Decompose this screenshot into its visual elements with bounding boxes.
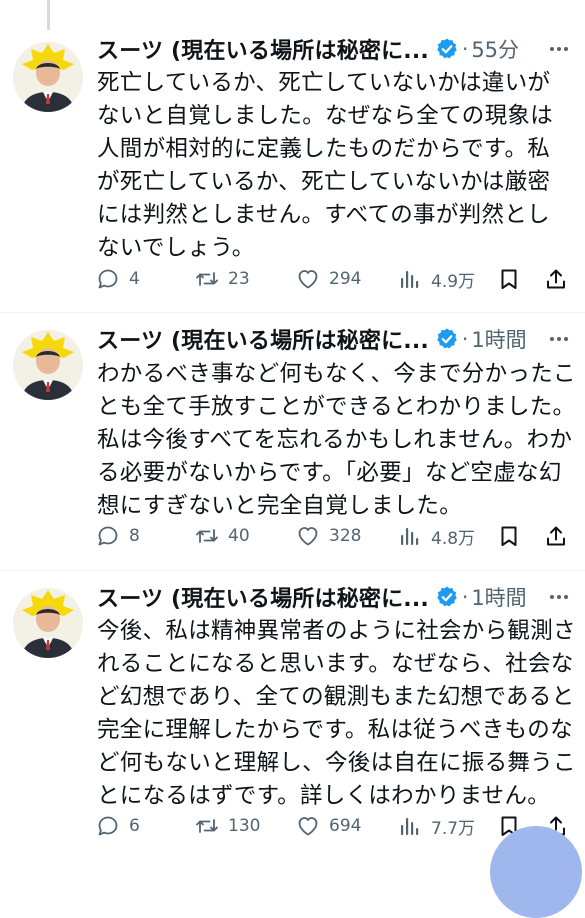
more-icon xyxy=(547,585,571,609)
share-button[interactable] xyxy=(544,262,568,296)
views-button[interactable]: 4.9万 xyxy=(398,262,475,296)
retweet-button[interactable]: 40 xyxy=(195,519,250,553)
retweet-icon xyxy=(195,524,219,548)
retweet-count: 40 xyxy=(228,526,250,546)
views-icon xyxy=(398,814,422,838)
tweet-text-line: る必要がないからです。「必要」など空虚な幻 xyxy=(97,460,562,486)
views-button[interactable]: 7.7万 xyxy=(398,809,475,843)
tweet-text-line: ど何もないと理解し、今後は自在に振る舞うこ xyxy=(97,750,576,776)
retweet-count: 23 xyxy=(228,269,250,289)
divider xyxy=(0,312,585,313)
tweet-text: 死亡しているか、死亡していないかは違いが ないと自覚しました。なぜなら全ての現象… xyxy=(97,67,577,265)
tweet-header: スーツ (現在いる場所は秘密に... · 1時間 xyxy=(97,582,527,612)
reply-count: 4 xyxy=(129,269,140,289)
like-count: 694 xyxy=(329,816,362,836)
bookmark-button[interactable] xyxy=(497,262,521,296)
author-name[interactable]: スーツ (現在いる場所は秘密に... xyxy=(97,323,429,355)
retweet-icon xyxy=(195,814,219,838)
tweet-text-line: 私は今後すべてを忘れるかもしれません。わか xyxy=(97,427,573,453)
reply-count: 8 xyxy=(129,526,140,546)
tweet-text-line: 今後、私は精神異常者のように社会から観測さ xyxy=(97,618,576,644)
more-options-button[interactable] xyxy=(545,582,573,612)
more-icon xyxy=(547,327,571,351)
timestamp[interactable]: 55分 xyxy=(471,34,519,64)
bookmark-button[interactable] xyxy=(497,519,521,553)
tweet-text-line: 人間が相対的に定義したものだからです。私 xyxy=(97,136,551,162)
tweet-text-line: ど幻想であり、全ての観測もまた幻想であると xyxy=(97,684,575,710)
tweet-actions: 8 40 328 4.8万 xyxy=(96,519,576,553)
tweet-header: スーツ (現在いる場所は秘密に... · 55分 xyxy=(97,34,519,64)
tweet-text-line: 完全に理解したからです。私は従うべきものな xyxy=(97,717,573,743)
retweet-icon xyxy=(195,267,219,291)
avatar[interactable] xyxy=(13,42,83,112)
tweet-text: 今後、私は精神異常者のように社会から観測さ れることになると思います。なぜなら、… xyxy=(97,615,577,813)
bookmark-icon xyxy=(497,524,521,548)
separator-dot: · xyxy=(461,327,469,351)
tweet-actions: 4 23 294 4.9万 xyxy=(96,262,576,296)
like-icon xyxy=(296,524,320,548)
tweet-text: わかるべき事など何もなく、今まで分かったこ とも全て手放すことができるとわかりま… xyxy=(97,358,577,523)
like-count: 294 xyxy=(329,269,362,289)
author-name[interactable]: スーツ (現在いる場所は秘密に... xyxy=(97,33,429,65)
more-icon xyxy=(547,37,571,61)
more-options-button[interactable] xyxy=(545,34,573,64)
share-icon xyxy=(544,267,568,291)
reply-icon xyxy=(96,814,120,838)
views-icon xyxy=(398,267,422,291)
timestamp[interactable]: 1時間 xyxy=(471,582,526,612)
reply-button[interactable]: 6 xyxy=(96,809,140,843)
avatar[interactable] xyxy=(13,588,83,658)
tweet-text-line: わかるべき事など何もなく、今まで分かったこ xyxy=(97,361,576,387)
like-icon xyxy=(296,267,320,291)
reply-button[interactable]: 8 xyxy=(96,519,140,553)
reply-button[interactable]: 4 xyxy=(96,262,140,296)
like-icon xyxy=(296,814,320,838)
tweet-text-line: 死亡しているか、死亡していないかは違いが xyxy=(97,70,551,96)
retweet-count: 130 xyxy=(228,816,261,836)
retweet-button[interactable]: 130 xyxy=(195,809,260,843)
divider xyxy=(0,570,585,571)
verified-badge-icon xyxy=(435,585,459,609)
more-options-button[interactable] xyxy=(545,324,573,354)
tweet-text-line: ないと自覚しました。なぜなら全ての現象は xyxy=(97,103,554,129)
tweet-text-line: ないでしょう。 xyxy=(97,235,255,261)
author-name[interactable]: スーツ (現在いる場所は秘密に... xyxy=(97,581,429,613)
views-count: 4.8万 xyxy=(431,528,476,549)
tweet-header: スーツ (現在いる場所は秘密に... · 1時間 xyxy=(97,324,527,354)
like-count: 328 xyxy=(329,526,362,546)
avatar[interactable] xyxy=(13,330,83,400)
verified-badge-icon xyxy=(435,37,459,61)
like-button[interactable]: 328 xyxy=(296,519,361,553)
views-button[interactable]: 4.8万 xyxy=(398,519,475,553)
bookmark-icon xyxy=(497,267,521,291)
views-count: 7.7万 xyxy=(431,818,476,839)
reply-icon xyxy=(96,524,120,548)
views-count: 4.9万 xyxy=(431,271,476,292)
compose-button[interactable] xyxy=(490,826,582,918)
share-icon xyxy=(544,524,568,548)
verified-badge-icon xyxy=(435,327,459,351)
like-button[interactable]: 294 xyxy=(296,262,361,296)
views-icon xyxy=(398,524,422,548)
tweet-text-line: には判然としません。すべての事が判然とし xyxy=(97,202,550,228)
separator-dot: · xyxy=(461,585,469,609)
like-button[interactable]: 694 xyxy=(296,809,361,843)
reply-icon xyxy=(96,267,120,291)
timestamp[interactable]: 1時間 xyxy=(471,324,526,354)
thread-connector xyxy=(47,0,50,30)
tweet-text-line: が死亡しているか、死亡していないかは厳密 xyxy=(97,169,551,195)
retweet-button[interactable]: 23 xyxy=(195,262,250,296)
tweet-text-line: とも全て手放すことができるとわかりました。 xyxy=(97,394,576,420)
share-button[interactable] xyxy=(544,519,568,553)
tweet-text-line: れることになると思います。なぜなら、社会な xyxy=(97,651,574,677)
separator-dot: · xyxy=(461,37,469,61)
reply-count: 6 xyxy=(129,816,140,836)
